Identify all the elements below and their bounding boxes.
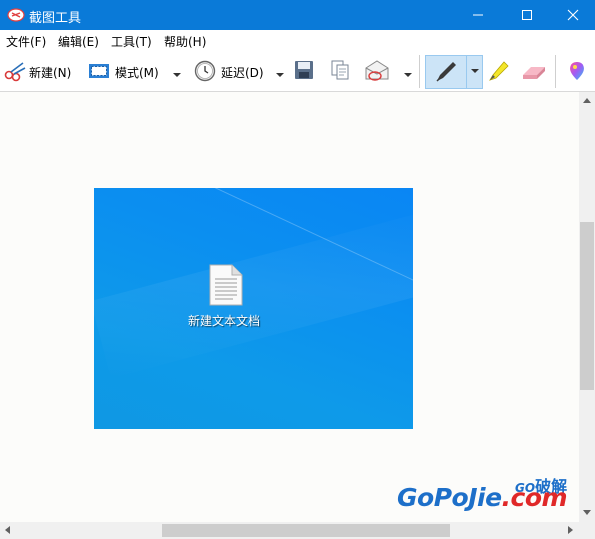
chevron-down-icon [276, 73, 284, 77]
paint3d-icon [570, 62, 584, 80]
captured-screenshot[interactable]: 新建文本文档 [94, 188, 413, 429]
menu-help[interactable]: 帮助(H) [164, 33, 206, 50]
chevron-down-icon[interactable] [471, 69, 479, 73]
highlighter-button[interactable] [487, 56, 511, 86]
new-button[interactable]: 新建(N) [3, 56, 75, 86]
rectangle-snip-icon [89, 64, 109, 78]
horizontal-scrollbar[interactable] [0, 522, 579, 539]
text-document-icon [209, 264, 243, 306]
delay-label: 延迟(D) [221, 66, 264, 80]
pen-icon [436, 62, 456, 82]
mode-label: 模式(M) [115, 66, 159, 80]
eraser-button[interactable] [521, 56, 547, 86]
scroll-down-arrow-icon[interactable] [583, 510, 591, 515]
watermark-brand: GoPoJie.com [397, 483, 568, 512]
delay-button[interactable]: 延迟(D) [194, 56, 286, 86]
new-label: 新建(N) [29, 66, 72, 80]
minimize-icon [473, 14, 483, 16]
chevron-down-icon [173, 73, 181, 77]
highlighter-icon [489, 61, 509, 81]
maximize-icon [522, 10, 532, 20]
scrollbar-corner [579, 522, 595, 539]
clock-icon [194, 60, 216, 82]
send-button[interactable] [364, 56, 416, 86]
title-bar: 截图工具 [0, 0, 595, 30]
desktop-file-label: 新建文本文档 [187, 314, 260, 328]
minimize-button[interactable] [455, 0, 501, 30]
send-email-icon [365, 60, 389, 81]
save-icon [295, 61, 313, 79]
edit-with-paint3d-button[interactable] [566, 56, 588, 86]
toolbar-separator [419, 55, 420, 88]
toolbar: 新建(N) 模式(M) 延迟(D) [0, 51, 595, 92]
copy-icon [331, 60, 349, 80]
copy-button[interactable] [329, 56, 353, 86]
eraser-icon [523, 67, 545, 79]
pen-split-divider [466, 56, 467, 88]
scissors-icon [4, 62, 26, 82]
scroll-up-arrow-icon[interactable] [583, 98, 591, 103]
close-button[interactable] [550, 0, 595, 30]
menu-tools[interactable]: 工具(T) [111, 33, 152, 50]
pen-button[interactable] [425, 55, 483, 89]
toolbar-separator [555, 55, 556, 88]
horizontal-scroll-thumb[interactable] [162, 524, 450, 537]
scroll-right-arrow-icon[interactable] [568, 526, 573, 534]
site-watermark: GO破解 GoPoJie.com [397, 473, 577, 517]
menu-edit[interactable]: 编辑(E) [58, 33, 99, 50]
chevron-down-icon [404, 73, 412, 77]
vertical-scrollbar[interactable] [579, 92, 595, 522]
watermark-brand-main: GoPoJie [397, 483, 502, 512]
menu-bar: 文件(F) 编辑(E) 工具(T) 帮助(H) [0, 30, 595, 51]
wallpaper-glow [94, 197, 413, 379]
vertical-scroll-thumb[interactable] [580, 222, 594, 390]
watermark-brand-suffix: .com [501, 483, 568, 512]
window-title: 截图工具 [29, 11, 82, 26]
maximize-button[interactable] [504, 0, 550, 30]
capture-canvas[interactable]: 新建文本文档 [0, 92, 579, 522]
close-icon [567, 9, 579, 21]
mode-button[interactable]: 模式(M) [88, 56, 184, 86]
snipping-tool-icon [7, 8, 25, 22]
menu-file[interactable]: 文件(F) [6, 33, 46, 50]
save-button[interactable] [293, 56, 317, 86]
scroll-left-arrow-icon[interactable] [5, 526, 10, 534]
